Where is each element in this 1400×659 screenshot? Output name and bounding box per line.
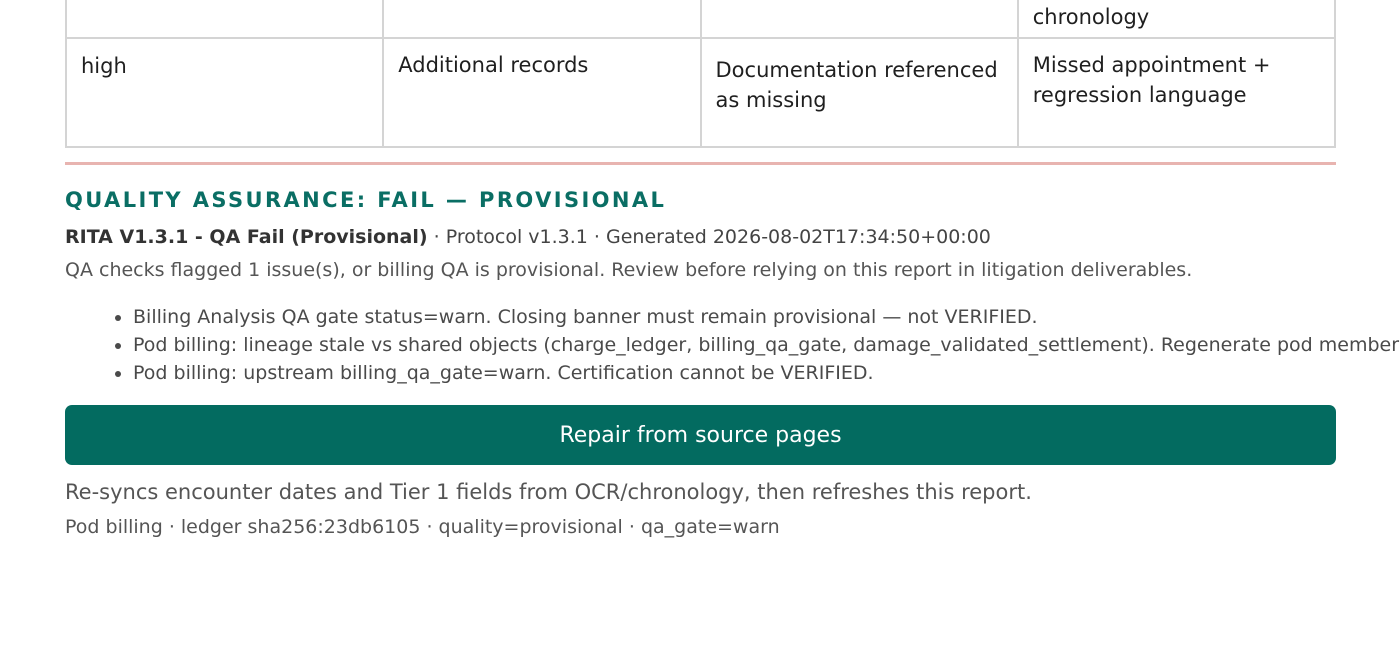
- list-item: Pod billing: upstream billing_qa_gate=wa…: [133, 359, 1400, 387]
- qa-divider: [65, 162, 1336, 165]
- repair-from-source-button[interactable]: Repair from source pages: [65, 405, 1336, 465]
- table-cell-severity: high: [64, 37, 385, 148]
- table-row: chronology: [64, 0, 1337, 39]
- list-item: Billing Analysis QA gate status=warn. Cl…: [133, 303, 1400, 331]
- qa-heading: QUALITY ASSURANCE: FAIL — PROVISIONAL: [65, 188, 667, 212]
- table-row: high Additional records Documentation re…: [64, 37, 1337, 148]
- qa-meta-text: · Protocol v1.3.1 · Generated 2026-08-02…: [427, 226, 991, 248]
- issues-table: chronology high Additional records Docum…: [64, 0, 1337, 148]
- repair-note: Re-syncs encounter dates and Tier 1 fiel…: [65, 480, 1032, 504]
- table-cell-category: Additional records: [382, 37, 702, 148]
- pod-footer: Pod billing · ledger sha256:23db6105 · q…: [65, 516, 780, 538]
- qa-issues-list: Billing Analysis QA gate status=warn. Cl…: [65, 303, 1400, 387]
- table-cell-severity: [64, 0, 385, 39]
- qa-status-badge: RITA V1.3.1 - QA Fail (Provisional): [65, 226, 428, 248]
- qa-summary: QA checks flagged 1 issue(s), or billing…: [65, 259, 1193, 281]
- qa-meta-line: RITA V1.3.1 - QA Fail (Provisional) · Pr…: [65, 226, 991, 248]
- table-cell-description: [699, 0, 1019, 39]
- table-cell-note: chronology: [1016, 0, 1337, 39]
- table-cell-category: [382, 0, 702, 39]
- table-cell-note: Missed appointment + regression language: [1016, 37, 1337, 148]
- report-page: chronology high Additional records Docum…: [0, 0, 1400, 659]
- list-item: Pod billing: lineage stale vs shared obj…: [133, 331, 1400, 359]
- table-cell-note-text: chronology: [1032, 5, 1150, 29]
- table-cell-description: Documentation referenced as missing: [699, 37, 1019, 148]
